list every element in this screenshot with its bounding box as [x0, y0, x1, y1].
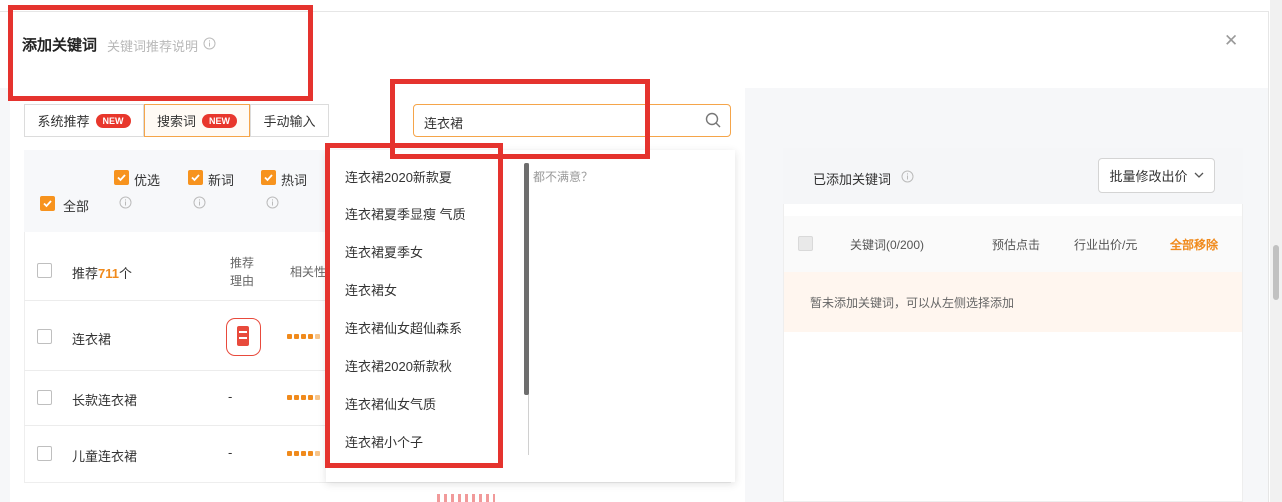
pagination[interactable] — [437, 494, 495, 502]
column-header-bid: 行业出价/元 — [1074, 238, 1138, 252]
select-all-checkbox[interactable] — [37, 263, 52, 278]
suggestion-item[interactable]: 连衣裙夏季显瘦 气质 — [345, 204, 466, 223]
new-badge: NEW — [95, 113, 131, 128]
info-icon[interactable] — [266, 196, 279, 209]
relevance-square — [287, 395, 292, 400]
relevance-rating — [287, 334, 320, 339]
close-icon[interactable]: ✕ — [1224, 31, 1238, 51]
relevance-square — [308, 451, 313, 456]
tab-system-recommend[interactable]: 系统推荐 NEW — [24, 104, 144, 137]
row-reason: - — [228, 389, 233, 404]
suggestion-item[interactable]: 连衣裙女 — [345, 280, 397, 299]
info-icon[interactable] — [203, 37, 216, 50]
relevance-rating — [287, 395, 320, 400]
column-header-keyword: 关键词(0/200) — [850, 238, 925, 252]
relevance-square — [287, 451, 292, 456]
column-header-clicks: 预估点击 — [992, 238, 1041, 252]
batch-edit-bid-label: 批量修改出价 — [1109, 169, 1188, 184]
filter-all-checkbox[interactable] — [40, 196, 55, 211]
relevance-square — [301, 395, 306, 400]
row-keyword: 长款连衣裙 — [72, 393, 138, 408]
selected-keywords-title: 已添加关键词 — [813, 172, 892, 187]
relevance-square — [287, 334, 292, 339]
row-checkbox[interactable] — [37, 329, 52, 344]
column-header-relevance: 相关性 — [290, 265, 327, 279]
row-reason: - — [228, 445, 233, 460]
relevance-square — [294, 395, 299, 400]
tab-label: 手动输入 — [263, 114, 316, 129]
row-checkbox[interactable] — [37, 446, 52, 461]
search-input[interactable]: 连衣裙 — [413, 104, 731, 137]
keyword-count: 推荐711个 — [72, 263, 132, 282]
relevance-square — [301, 334, 306, 339]
tab-label: 搜索词 — [156, 114, 196, 129]
info-icon[interactable] — [119, 196, 132, 209]
tab-manual-input[interactable]: 手动输入 — [250, 104, 329, 137]
page-scrollbar-thumb[interactable] — [1273, 245, 1279, 300]
relevance-square — [294, 451, 299, 456]
filter-option-label: 新词 — [208, 173, 235, 188]
filter-option-checkbox[interactable] — [188, 170, 203, 185]
relevance-square — [294, 334, 299, 339]
tab-search-words[interactable]: 搜索词 NEW — [144, 104, 250, 137]
dialog-subtitle: 关键词推荐说明 — [107, 39, 199, 54]
selected-select-all-checkbox[interactable] — [798, 236, 813, 251]
dropdown-scrollbar-thumb[interactable] — [524, 163, 529, 395]
dialog-top-border — [0, 11, 1268, 12]
filter-all-label: 全部 — [63, 199, 90, 214]
dialog-title: 添加关键词 — [22, 37, 98, 54]
empty-state-text: 暂未添加关键词，可以从左侧选择添加 — [810, 296, 1015, 310]
suggestion-item[interactable]: 连衣裙仙女气质 — [345, 394, 436, 413]
relevance-rating — [287, 451, 320, 456]
suggestion-item[interactable]: 连衣裙小个子 — [345, 432, 423, 451]
filter-option-label: 优选 — [134, 173, 161, 188]
filter-option-checkbox[interactable] — [114, 170, 129, 185]
keyword-count-suffix: 个 — [119, 266, 133, 281]
column-header-reason: 推荐理由 — [229, 256, 254, 288]
hot-word-icon — [226, 318, 261, 356]
info-icon[interactable] — [901, 170, 914, 183]
relevance-square — [308, 334, 313, 339]
suggestion-item[interactable]: 连衣裙2020新款夏 — [345, 167, 452, 186]
dialog-right-border — [1268, 11, 1269, 502]
relevance-square — [315, 451, 320, 456]
new-badge: NEW — [202, 113, 237, 128]
info-icon[interactable] — [193, 196, 206, 209]
row-keyword: 连衣裙 — [72, 332, 112, 347]
suggestion-item[interactable]: 连衣裙仙女超仙森系 — [345, 318, 462, 337]
filter-option-checkbox[interactable] — [261, 170, 276, 185]
search-input-value: 连衣裙 — [424, 116, 464, 131]
filter-option-label: 热词 — [281, 173, 308, 188]
relevance-square — [301, 451, 306, 456]
keyword-count-prefix: 推荐 — [72, 266, 99, 281]
batch-edit-bid-button[interactable]: 批量修改出价 — [1098, 158, 1215, 193]
row-checkbox[interactable] — [37, 390, 52, 405]
suggestion-item[interactable]: 连衣裙2020新款秋 — [345, 356, 452, 375]
search-icon[interactable] — [704, 111, 722, 129]
relevance-square — [308, 395, 313, 400]
chevron-down-icon — [1194, 172, 1203, 178]
remove-all-button[interactable]: 全部移除 — [1170, 236, 1218, 253]
dropdown-hint: 都不满意？ — [533, 170, 594, 184]
relevance-square — [315, 334, 320, 339]
suggestion-item[interactable]: 连衣裙夏季女 — [345, 242, 423, 261]
tab-label: 系统推荐 — [37, 114, 90, 129]
keyword-count-number: 711 — [98, 266, 119, 281]
row-keyword: 儿童连衣裙 — [72, 449, 138, 464]
relevance-square — [315, 395, 320, 400]
